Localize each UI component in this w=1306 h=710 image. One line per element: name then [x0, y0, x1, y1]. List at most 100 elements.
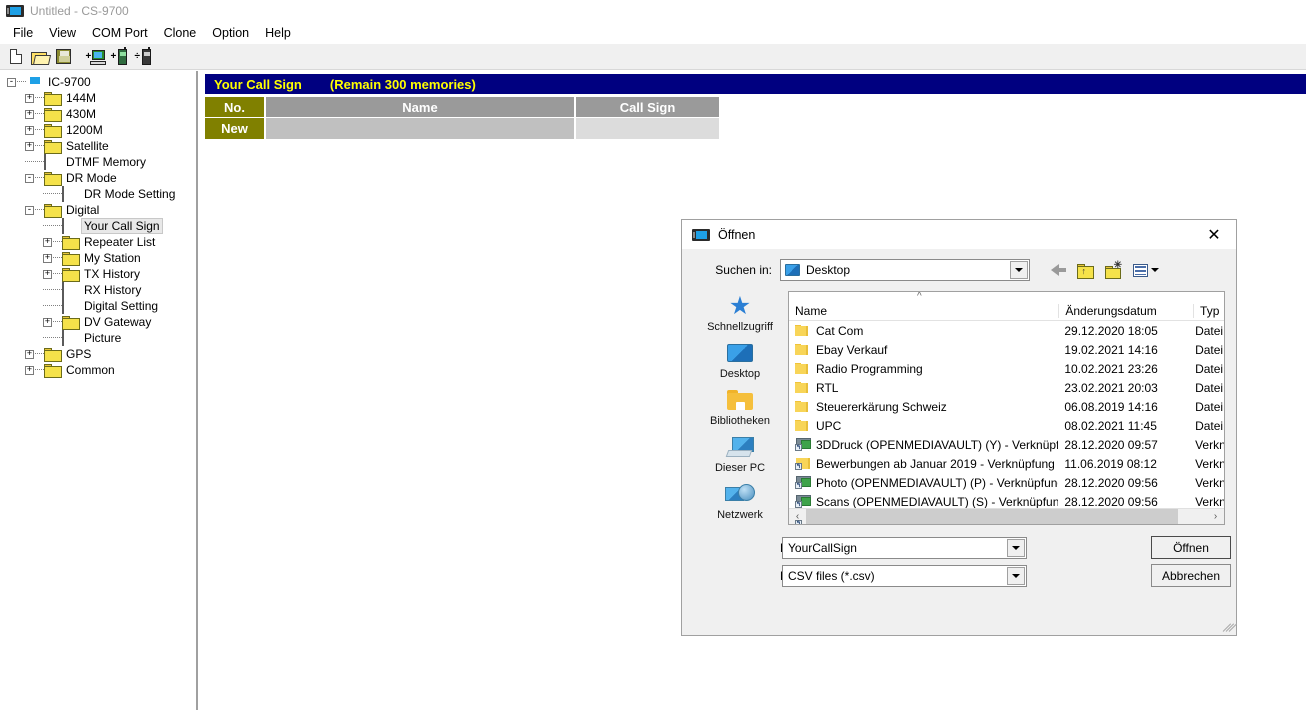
column-header-call-sign[interactable]: Call Sign — [575, 96, 719, 118]
new-file-button[interactable] — [4, 45, 27, 68]
tree-connector — [35, 138, 44, 154]
expand-icon[interactable]: + — [24, 362, 35, 378]
horizontal-scrollbar[interactable]: ‹ › — [789, 508, 1224, 524]
file-list[interactable]: ^ Name Änderungsdatum Typ Cat Com 29.12.2… — [788, 291, 1225, 525]
open-button[interactable]: Öffnen — [1151, 536, 1231, 559]
scroll-right-icon[interactable]: › — [1207, 511, 1224, 522]
tree-item-dv-gateway[interactable]: + DV Gateway — [0, 314, 196, 330]
navigation-tree[interactable]: - IC-9700 +144M +430M +1200M + Satellite DTMF M… — [0, 71, 198, 710]
menu-item-view[interactable]: View — [41, 24, 84, 42]
folder-icon — [62, 251, 79, 265]
expand-icon[interactable]: + — [24, 138, 35, 154]
close-icon[interactable]: ✕ — [1192, 220, 1236, 249]
tree-item-picture[interactable]: Picture — [0, 330, 196, 346]
tree-item-satellite[interactable]: + Satellite — [0, 138, 196, 154]
file-column-header-name[interactable]: Name — [789, 304, 1058, 318]
file-list-item[interactable]: Ebay Verkauf 19.02.2021 14:16 Datei — [789, 340, 1224, 359]
place-schnellzugriff[interactable]: ★ Schnellzugriff — [692, 291, 788, 338]
menu-item-com-port[interactable]: COM Port — [84, 24, 156, 42]
row-name-cell[interactable] — [265, 118, 575, 140]
scrollbar-thumb[interactable] — [806, 508, 1178, 524]
tree-item-digital[interactable]: - Digital — [0, 202, 196, 218]
collapse-icon[interactable]: - — [24, 202, 35, 218]
cancel-button[interactable]: Abbrechen — [1151, 564, 1231, 587]
tree-gutter — [42, 330, 53, 346]
chevron-down-icon[interactable] — [1010, 261, 1028, 279]
chevron-down-icon[interactable] — [1007, 567, 1025, 585]
radio-icon — [6, 4, 24, 18]
scrollbar-track[interactable] — [806, 508, 1207, 524]
write-to-radio-button[interactable]: + — [108, 45, 131, 68]
clone-radio-button[interactable]: ÷ — [132, 45, 155, 68]
file-list-item[interactable]: ↰ Bewerbungen ab Januar 2019 - Verknüpfun… — [789, 454, 1224, 473]
expand-icon[interactable]: + — [24, 346, 35, 362]
filename-input[interactable]: YourCallSign — [782, 537, 1027, 559]
page-icon — [44, 154, 61, 170]
save-file-button[interactable] — [52, 45, 75, 68]
expand-icon[interactable]: + — [42, 314, 53, 330]
tree-connector — [53, 234, 62, 250]
expand-icon[interactable]: + — [24, 122, 35, 138]
tree-item-430m[interactable]: +430M — [0, 106, 196, 122]
file-list-item[interactable]: UPC 08.02.2021 11:45 Datei — [789, 416, 1224, 435]
menu-item-file[interactable]: File — [5, 24, 41, 42]
file-list-item[interactable]: Cat Com 29.12.2020 18:05 Datei — [789, 321, 1224, 340]
file-list-item[interactable]: ↰ 3DDruck (OPENMEDIAVAULT) (Y) - Verknüpf… — [789, 435, 1224, 454]
place-bibliotheken[interactable]: Bibliotheken — [692, 385, 788, 432]
tree-item-ic-9700[interactable]: - IC-9700 — [0, 74, 196, 90]
tree-gutter — [42, 186, 53, 202]
tree-item-label: DR Mode — [66, 171, 117, 185]
tree-connector — [35, 346, 44, 362]
tree-item-dr-mode[interactable]: - DR Mode — [0, 170, 196, 186]
look-in-combo[interactable]: Desktop — [780, 259, 1030, 281]
expand-icon[interactable]: + — [42, 250, 53, 266]
file-list-item[interactable]: Steuererkärung Schweiz 06.08.2019 14:16 Da… — [789, 397, 1224, 416]
expand-icon[interactable]: + — [24, 90, 35, 106]
tree-item-label: Satellite — [66, 139, 109, 153]
tree-item-repeater-list[interactable]: + Repeater List — [0, 234, 196, 250]
tree-item-144m[interactable]: +144M — [0, 90, 196, 106]
place-netzwerk[interactable]: Netzwerk — [692, 479, 788, 526]
tree-item-digital-setting[interactable]: Digital Setting — [0, 298, 196, 314]
back-button[interactable] — [1044, 259, 1066, 281]
new-folder-button[interactable]: ✳ — [1102, 259, 1124, 281]
file-list-item[interactable]: ↰ Photo (OPENMEDIAVAULT) (P) - Verknüpfun… — [789, 473, 1224, 492]
filetype-select[interactable]: CSV files (*.csv) — [782, 565, 1027, 587]
expand-icon[interactable]: + — [42, 234, 53, 250]
file-type-cell: Datei — [1195, 342, 1224, 357]
expand-icon[interactable]: + — [42, 266, 53, 282]
file-list-item[interactable]: Radio Programming 10.02.2021 23:26 Datei — [789, 359, 1224, 378]
expand-icon[interactable]: + — [24, 106, 35, 122]
tree-item-dtmf-memory[interactable]: DTMF Memory — [0, 154, 196, 170]
up-folder-button[interactable]: ↑ — [1073, 259, 1095, 281]
tree-item-tx-history[interactable]: + TX History — [0, 266, 196, 282]
file-column-header-typ[interactable]: Typ — [1193, 304, 1224, 318]
tree-item-dr-mode-setting[interactable]: DR Mode Setting — [0, 186, 196, 202]
collapse-icon[interactable]: - — [24, 170, 35, 186]
menu-item-help[interactable]: Help — [257, 24, 299, 42]
file-list-item[interactable]: RTL 23.02.2021 20:03 Datei — [789, 378, 1224, 397]
collapse-icon[interactable]: - — [6, 74, 17, 90]
row-no-cell[interactable]: New — [205, 118, 265, 140]
place-dieser-pc[interactable]: Dieser PC — [692, 432, 788, 479]
tree-item-your-call-sign[interactable]: Your Call Sign — [0, 218, 196, 234]
file-column-header-date[interactable]: Änderungsdatum — [1058, 304, 1193, 318]
tree-item-rx-history[interactable]: RX History — [0, 282, 196, 298]
resize-grip[interactable] — [1221, 620, 1238, 634]
column-header-no[interactable]: No. — [205, 96, 265, 118]
chevron-down-icon[interactable] — [1007, 539, 1025, 557]
tree-item-1200m[interactable]: +1200M — [0, 122, 196, 138]
place-desktop[interactable]: Desktop — [692, 338, 788, 385]
view-options-button[interactable] — [1131, 259, 1161, 281]
column-header-name[interactable]: Name — [265, 96, 575, 118]
menu-item-clone[interactable]: Clone — [156, 24, 205, 42]
read-from-radio-button[interactable]: + — [84, 45, 107, 68]
menu-item-option[interactable]: Option — [204, 24, 257, 42]
table-row[interactable]: New — [205, 118, 719, 140]
chevron-down-icon — [1151, 268, 1159, 272]
row-call-sign-cell[interactable] — [575, 118, 719, 140]
open-file-button[interactable] — [28, 45, 51, 68]
tree-item-my-station[interactable]: + My Station — [0, 250, 196, 266]
tree-item-common[interactable]: + Common — [0, 362, 196, 378]
tree-item-gps[interactable]: + GPS — [0, 346, 196, 362]
